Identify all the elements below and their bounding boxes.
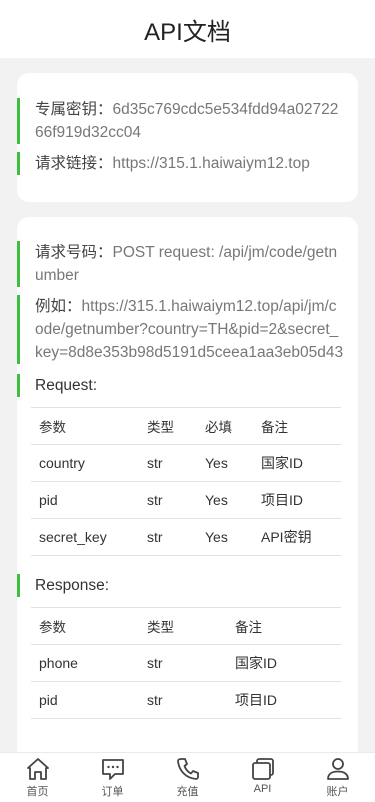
user-icon <box>326 758 349 780</box>
table-cell: 国家ID <box>227 644 341 682</box>
request-url-value[interactable]: https://315.1.haiwaiym12.top <box>113 155 310 172</box>
secret-key-label: 专属密钥： <box>35 101 113 118</box>
tab-api[interactable]: API <box>225 753 300 802</box>
table-cell: str <box>139 481 197 519</box>
table-row: secret_key str Yes API密钥 <box>31 518 341 556</box>
table-cell: country <box>31 444 139 482</box>
table-cell: 项目ID <box>227 681 341 719</box>
tab-account[interactable]: 账户 <box>300 753 375 802</box>
key-card: 专属密钥：6d35c769cdc5e534fdd94a0272266f919d3… <box>17 73 358 202</box>
table-cell: Yes <box>197 518 253 556</box>
table-header-row: 参数 类型 备注 <box>31 607 341 645</box>
phone-icon <box>176 758 199 780</box>
example-row: 例如：https://315.1.haiwaiym12.top/api/jm/c… <box>17 295 358 364</box>
cards-icon <box>251 758 274 780</box>
bottom-tab-bar: 首页 订单 充值 API 账户 <box>0 752 375 802</box>
table-row: phone str 国家ID <box>31 644 341 682</box>
response-section-title: Response: <box>17 574 358 597</box>
request-url-row: 请求链接：https://315.1.haiwaiym12.top <box>17 152 358 175</box>
table-header-cell: 备注 <box>253 407 341 445</box>
table-row: pid str Yes 项目ID <box>31 481 341 519</box>
table-header-cell: 备注 <box>227 607 341 645</box>
table-cell: str <box>139 681 227 719</box>
table-cell: phone <box>31 644 139 682</box>
table-header-cell: 类型 <box>139 407 197 445</box>
table-header-cell: 必填 <box>197 407 253 445</box>
chat-icon <box>101 759 124 780</box>
tab-label: API <box>253 783 272 795</box>
table-header-cell: 类型 <box>139 607 227 645</box>
table-cell: secret_key <box>31 518 139 556</box>
tab-recharge[interactable]: 充值 <box>150 753 225 802</box>
page-title: API文档 <box>144 18 231 46</box>
table-cell: pid <box>31 481 139 519</box>
secret-key-row: 专属密钥：6d35c769cdc5e534fdd94a0272266f919d3… <box>17 98 358 144</box>
table-cell: str <box>139 518 197 556</box>
table-cell: pid <box>31 681 139 719</box>
table-header-row: 参数 类型 必填 备注 <box>31 407 341 445</box>
table-row: pid str 项目ID <box>31 681 341 719</box>
table-cell: str <box>139 444 197 482</box>
tab-label: 首页 <box>26 786 49 798</box>
request-url-label: 请求链接： <box>35 155 113 172</box>
table-header-cell: 参数 <box>31 407 139 445</box>
table-cell: str <box>139 644 227 682</box>
response-params-table: 参数 类型 备注 phone str 国家ID pid str 项目ID <box>31 607 341 719</box>
table-cell: API密钥 <box>253 518 341 556</box>
request-params-table: 参数 类型 必填 备注 country str Yes 国家ID pid str… <box>31 407 341 556</box>
table-cell: Yes <box>197 481 253 519</box>
tab-orders[interactable]: 订单 <box>75 753 150 802</box>
request-section-title: Request: <box>17 374 358 397</box>
request-endpoint-label: 请求号码： <box>35 244 113 261</box>
page-header: API文档 <box>0 0 375 58</box>
home-icon <box>26 758 49 780</box>
request-endpoint-row: 请求号码：POST request: /api/jm/code/getnumbe… <box>17 241 358 287</box>
tab-label: 充值 <box>176 786 199 798</box>
table-cell: 项目ID <box>253 481 341 519</box>
table-cell: 国家ID <box>253 444 341 482</box>
tab-label: 订单 <box>101 786 124 798</box>
example-value[interactable]: https://315.1.haiwaiym12.top/api/jm/code… <box>35 298 343 361</box>
api-doc-card: 请求号码：POST request: /api/jm/code/getnumbe… <box>17 217 358 777</box>
table-header-cell: 参数 <box>31 607 139 645</box>
tab-home[interactable]: 首页 <box>0 753 75 802</box>
tab-label: 账户 <box>326 786 349 798</box>
table-row: country str Yes 国家ID <box>31 444 341 482</box>
table-cell: Yes <box>197 444 253 482</box>
example-label: 例如： <box>35 298 82 315</box>
